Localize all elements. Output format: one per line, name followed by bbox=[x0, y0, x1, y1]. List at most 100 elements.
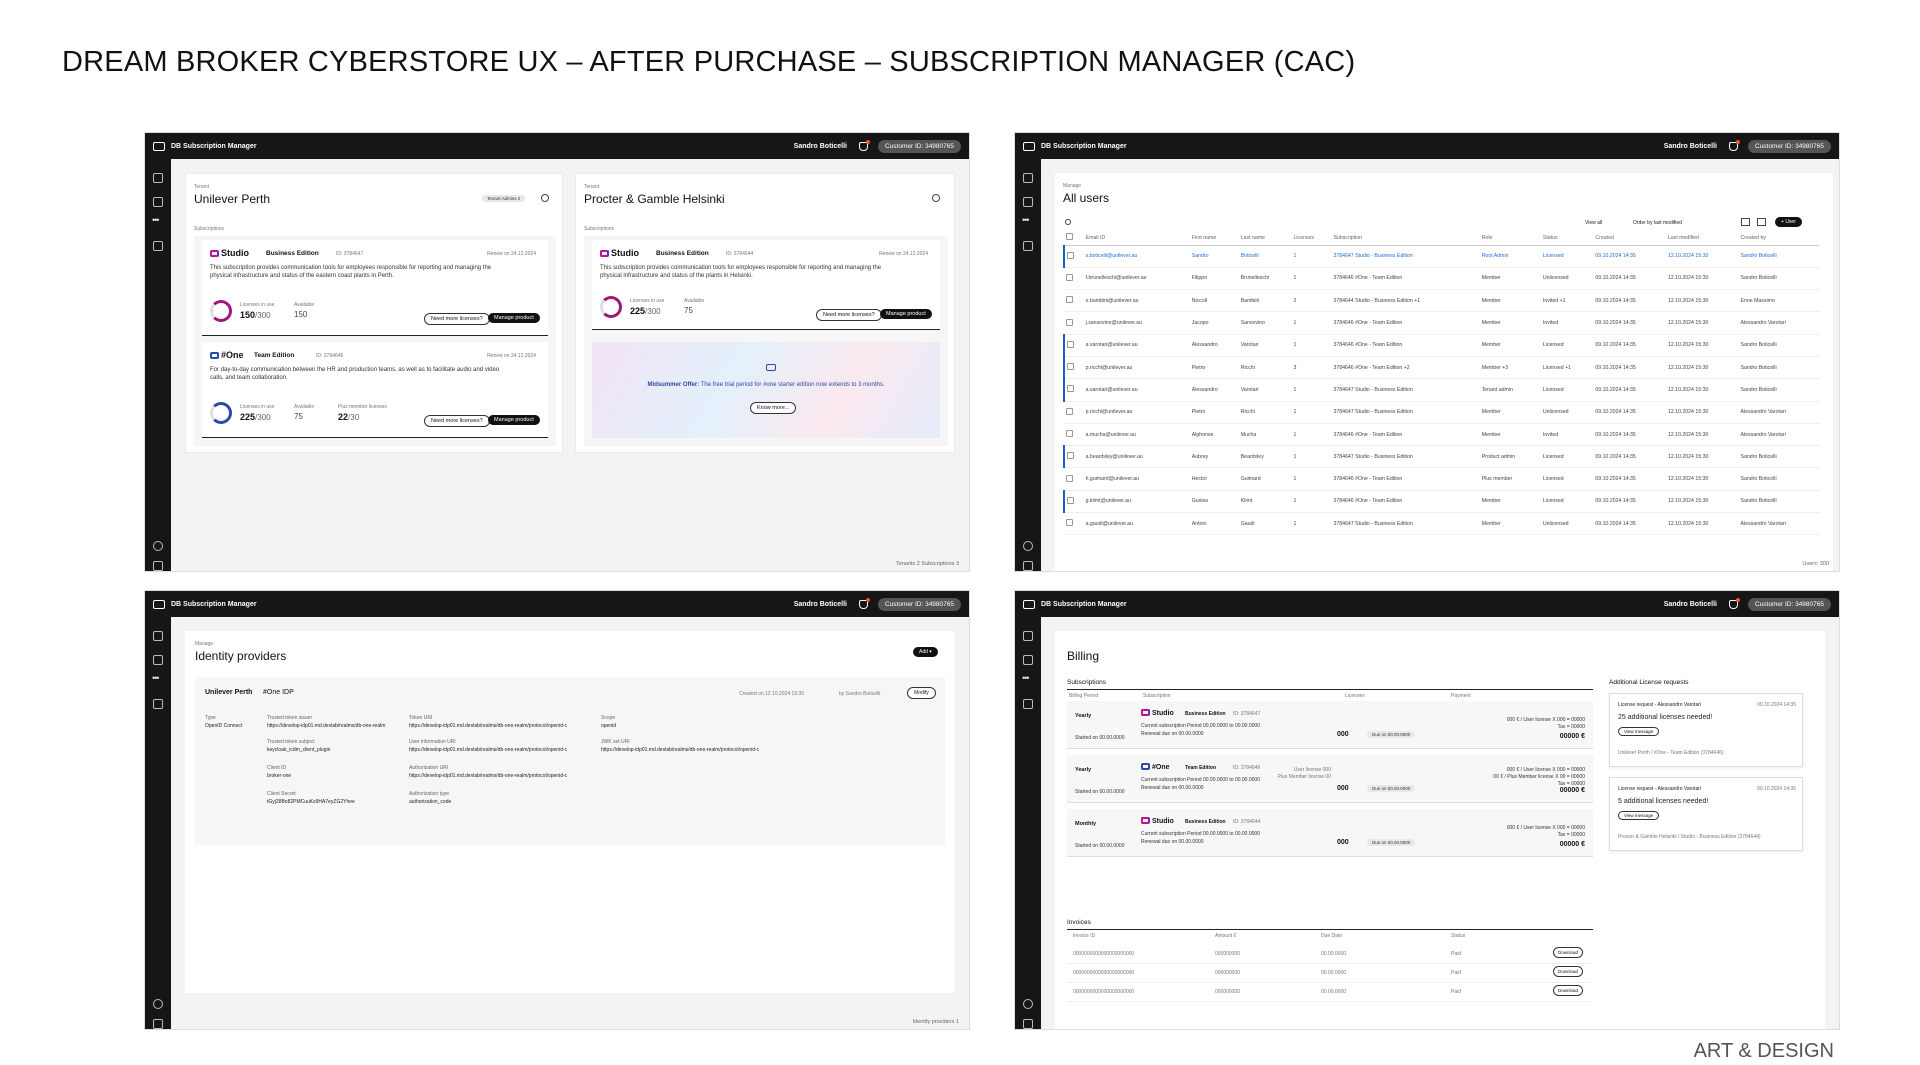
help-icon[interactable] bbox=[153, 561, 163, 571]
import-icon[interactable] bbox=[1741, 218, 1750, 226]
select-all-checkbox[interactable] bbox=[1064, 231, 1084, 246]
table-cell[interactable]: p.ricchi@unilever.au bbox=[1083, 356, 1190, 380]
row-checkbox[interactable] bbox=[1063, 245, 1084, 268]
info-icon[interactable] bbox=[153, 541, 163, 551]
tenants-nav-icon[interactable] bbox=[153, 173, 163, 183]
view-message-button[interactable]: View message bbox=[1618, 727, 1660, 736]
row-checkbox[interactable] bbox=[1063, 356, 1084, 380]
download-button[interactable]: Download bbox=[1553, 966, 1584, 977]
billing-nav-icon[interactable] bbox=[1023, 241, 1033, 251]
download-button[interactable]: Download bbox=[1553, 947, 1584, 958]
row-checkbox[interactable] bbox=[1064, 311, 1084, 335]
row-checkbox[interactable] bbox=[1063, 445, 1084, 469]
table-cell[interactable]: p.ricchi@unilever.au bbox=[1083, 401, 1190, 424]
column-header[interactable]: Subscription bbox=[1331, 231, 1480, 246]
settings-icon[interactable] bbox=[932, 194, 940, 202]
table-row[interactable]: p.ricchi@unilever.au Pietro Ricchi 3 3784646… bbox=[1063, 356, 1819, 380]
table-cell[interactable]: a.varotari@unilever.au bbox=[1083, 334, 1190, 357]
notification-icon[interactable] bbox=[858, 139, 870, 151]
more-nav-icon[interactable] bbox=[1022, 673, 1033, 683]
billing-nav-icon[interactable] bbox=[153, 699, 163, 709]
add-user-button[interactable]: + User bbox=[1775, 217, 1802, 227]
table-cell[interactable]: s.boticelli@unilever.au bbox=[1083, 245, 1190, 268]
view-filter[interactable]: View all bbox=[1585, 220, 1602, 226]
table-cell[interactable]: e.bambini@unilever.au bbox=[1083, 289, 1190, 313]
table-cell[interactable]: a.gaudi@unilever.au bbox=[1083, 512, 1190, 536]
user-name[interactable]: Sandro Boticelli bbox=[1664, 143, 1717, 150]
row-checkbox[interactable] bbox=[1064, 512, 1084, 536]
help-icon[interactable] bbox=[1023, 561, 1033, 571]
table-row[interactable]: h.guimard@unilever.au Hector Guimard 1 37846… bbox=[1064, 467, 1819, 491]
order-by-select[interactable]: Order by last modified bbox=[1633, 220, 1682, 226]
tenants-nav-icon[interactable] bbox=[1023, 631, 1033, 641]
info-icon[interactable] bbox=[1023, 999, 1033, 1009]
table-cell[interactable]: a.mucha@unilever.au bbox=[1083, 423, 1190, 447]
users-nav-icon[interactable] bbox=[1023, 197, 1033, 207]
row-checkbox[interactable] bbox=[1064, 267, 1084, 291]
users-nav-icon[interactable] bbox=[153, 197, 163, 207]
row-checkbox[interactable] bbox=[1063, 378, 1084, 402]
column-header[interactable]: Last modified bbox=[1665, 231, 1739, 246]
need-licenses-button[interactable]: Need more licenses? bbox=[424, 415, 490, 427]
download-button[interactable]: Download bbox=[1553, 985, 1584, 996]
manage-product-button[interactable]: Manage product bbox=[488, 313, 540, 323]
know-more-button[interactable]: Know more... bbox=[750, 402, 797, 414]
settings-icon[interactable] bbox=[541, 194, 549, 202]
export-icon[interactable] bbox=[1757, 218, 1766, 226]
row-checkbox[interactable] bbox=[1064, 467, 1084, 491]
notification-icon[interactable] bbox=[858, 597, 870, 609]
manage-product-button[interactable]: Manage product bbox=[488, 415, 540, 425]
table-row[interactable]: a.mucha@unilever.au Alphonse Mucha 1 3784646… bbox=[1064, 423, 1819, 447]
more-nav-icon[interactable] bbox=[1022, 215, 1033, 225]
row-checkbox[interactable] bbox=[1063, 334, 1084, 357]
users-nav-icon[interactable] bbox=[153, 655, 163, 665]
column-header[interactable]: Status bbox=[1540, 231, 1594, 246]
row-checkbox[interactable] bbox=[1063, 490, 1084, 514]
tenants-nav-icon[interactable] bbox=[153, 631, 163, 641]
info-icon[interactable] bbox=[153, 999, 163, 1009]
column-header[interactable]: Created by bbox=[1738, 231, 1819, 246]
manage-product-button[interactable]: Manage product bbox=[880, 309, 932, 319]
need-licenses-button[interactable]: Need more licenses? bbox=[816, 309, 882, 321]
help-icon[interactable] bbox=[153, 1019, 163, 1029]
add-idp-button[interactable]: Add ▾ bbox=[913, 647, 938, 657]
billing-nav-icon[interactable] bbox=[1023, 699, 1033, 709]
row-checkbox[interactable] bbox=[1064, 289, 1084, 313]
table-row[interactable]: s.boticelli@unilever.au Sandro Boticelli 1 3… bbox=[1063, 245, 1819, 268]
table-cell[interactable]: j.sansovino@unilever.au bbox=[1083, 311, 1190, 335]
column-header[interactable]: Role bbox=[1479, 231, 1541, 246]
users-nav-icon[interactable] bbox=[1023, 655, 1033, 665]
table-row[interactable]: a.varotari@unilever.au Alessandro Varotari… bbox=[1063, 334, 1819, 357]
table-cell[interactable]: a.varotari@unilever.au bbox=[1083, 378, 1190, 402]
user-name[interactable]: Sandro Boticelli bbox=[1664, 601, 1717, 608]
table-row[interactable]: a.varotari@unilever.au Alessandro Varotari… bbox=[1063, 378, 1819, 402]
info-icon[interactable] bbox=[1023, 541, 1033, 551]
need-licenses-button[interactable]: Need more licenses? bbox=[424, 313, 490, 325]
table-row[interactable]: a.gaudi@unilever.au Antoni Gaudi 1 3784647 S… bbox=[1064, 512, 1819, 536]
column-header[interactable]: Email ID bbox=[1083, 231, 1190, 246]
more-nav-icon[interactable] bbox=[152, 215, 163, 225]
column-header[interactable]: Last name bbox=[1238, 231, 1292, 246]
more-nav-icon[interactable] bbox=[152, 673, 163, 683]
row-checkbox[interactable] bbox=[1064, 423, 1084, 447]
user-name[interactable]: Sandro Boticelli bbox=[794, 601, 847, 608]
notification-icon[interactable] bbox=[1728, 597, 1740, 609]
table-row[interactable]: e.bambini@unilever.au Niccoli Bambini 2 3784… bbox=[1064, 289, 1819, 313]
help-icon[interactable] bbox=[1023, 1019, 1033, 1029]
column-header[interactable]: First name bbox=[1189, 231, 1239, 246]
notification-icon[interactable] bbox=[1728, 139, 1740, 151]
view-message-button[interactable]: View message bbox=[1618, 811, 1660, 820]
row-checkbox[interactable] bbox=[1064, 401, 1084, 424]
column-header[interactable]: Created bbox=[1593, 231, 1666, 246]
table-cell[interactable]: a.beardsley@unilever.au bbox=[1083, 445, 1190, 469]
table-cell[interactable]: f.brunelleschi@unilever.au bbox=[1083, 267, 1190, 291]
table-row[interactable]: p.ricchi@unilever.au Pietro Ricchi 1 3784647… bbox=[1064, 401, 1819, 424]
billing-nav-icon[interactable] bbox=[153, 241, 163, 251]
table-row[interactable]: a.beardsley@unilever.au Aubrey Beardsley 1 3… bbox=[1063, 445, 1819, 469]
table-cell[interactable]: h.guimard@unilever.au bbox=[1083, 467, 1190, 491]
table-row[interactable]: g.klimt@unilever.au Gustav Klimt 1 3784646 #… bbox=[1063, 490, 1819, 514]
tenant-admins-badge[interactable]: Tenant Admins 2 bbox=[482, 195, 526, 202]
table-cell[interactable]: g.klimt@unilever.au bbox=[1083, 490, 1190, 514]
modify-button[interactable]: Modify bbox=[907, 687, 936, 699]
column-header[interactable]: Licenses bbox=[1291, 231, 1332, 246]
